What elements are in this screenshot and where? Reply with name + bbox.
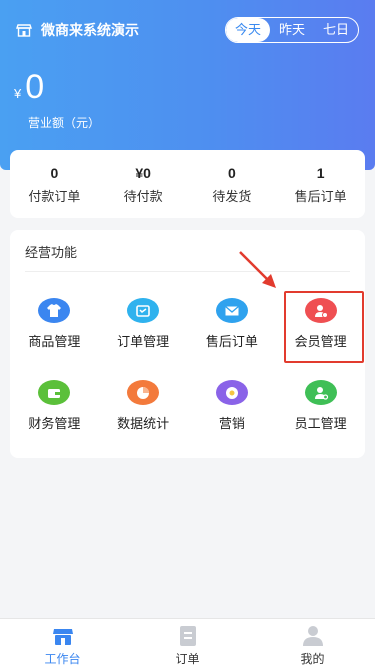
- order-icon: [179, 626, 196, 646]
- function-marketing[interactable]: 营销: [188, 370, 277, 432]
- pie-chart-icon: [127, 380, 160, 405]
- stat-value: 0: [50, 164, 59, 181]
- profile-icon: [302, 626, 323, 646]
- function-label: 订单管理: [117, 334, 170, 349]
- period-selector: 今天 昨天 七日: [225, 17, 359, 43]
- function-label: 售后订单: [205, 334, 258, 349]
- shirt-icon: [38, 298, 71, 323]
- stat-label: 待付款: [123, 188, 163, 204]
- stat-pending-shipment[interactable]: 0 待发货: [188, 164, 277, 205]
- order-stats-card: 0 付款订单 ¥0 待付款 0 待发货 1 售后订单: [10, 150, 365, 218]
- stat-label: 待发货: [212, 188, 252, 204]
- stat-value: ¥0: [135, 164, 151, 181]
- business-functions-panel: 经营功能 商品管理 订单管理 售后订单 会员管理 财务管理 数据统计 营销 员工…: [10, 230, 365, 458]
- revenue-amount: ¥ 0: [14, 68, 44, 107]
- shop-row[interactable]: 微商来系统演示: [16, 18, 139, 42]
- tab-workbench[interactable]: 工作台: [0, 619, 125, 667]
- divider: [25, 271, 350, 272]
- stat-label: 付款订单: [28, 188, 81, 204]
- function-after-sales-orders[interactable]: 售后订单: [188, 288, 277, 350]
- tab-profile[interactable]: 我的: [250, 619, 375, 667]
- function-label: 员工管理: [294, 416, 347, 431]
- function-data-statistics[interactable]: 数据统计: [99, 370, 188, 432]
- stat-value: 1: [316, 164, 325, 181]
- period-yesterday[interactable]: 昨天: [270, 18, 314, 42]
- tab-label: 工作台: [44, 652, 81, 666]
- function-label: 数据统计: [117, 416, 170, 431]
- function-order-management[interactable]: 订单管理: [99, 288, 188, 350]
- function-product-management[interactable]: 商品管理: [10, 288, 99, 350]
- flower-icon: [215, 380, 248, 405]
- store-icon: [16, 24, 32, 37]
- member-management-highlight: [284, 291, 364, 363]
- cart-icon: [127, 298, 160, 323]
- stat-paid-orders[interactable]: 0 付款订单: [10, 164, 99, 205]
- staff-icon: [304, 380, 337, 405]
- tab-label: 订单: [175, 652, 200, 666]
- stat-pending-payment[interactable]: ¥0 待付款: [99, 164, 188, 205]
- shop-name: 微商来系统演示: [41, 22, 139, 38]
- function-finance-management[interactable]: 财务管理: [10, 370, 99, 432]
- revenue-label: 营业额（元）: [28, 116, 101, 130]
- tab-label: 我的: [300, 652, 325, 666]
- revenue-value: 0: [25, 68, 45, 106]
- wallet-icon: [38, 380, 71, 405]
- header-banner: 微商来系统演示 今天 昨天 七日 ¥ 0 营业额（元）: [0, 0, 375, 170]
- stat-value: 0: [227, 164, 236, 181]
- tab-orders[interactable]: 订单: [125, 619, 250, 667]
- function-staff-management[interactable]: 员工管理: [276, 370, 365, 432]
- annotation-arrow-icon: [239, 251, 276, 288]
- stat-label: 售后订单: [294, 188, 347, 204]
- section-title: 经营功能: [25, 245, 78, 260]
- workbench-icon: [52, 629, 73, 645]
- function-label: 商品管理: [28, 334, 81, 349]
- currency-symbol: ¥: [14, 86, 22, 101]
- mail-icon: [215, 298, 248, 323]
- stat-after-sales[interactable]: 1 售后订单: [276, 164, 365, 205]
- bottom-tabbar: 工作台 订单 我的: [0, 618, 375, 667]
- period-today[interactable]: 今天: [226, 18, 270, 42]
- period-seven-days[interactable]: 七日: [314, 18, 358, 42]
- function-label: 营销: [218, 416, 245, 431]
- function-label: 财务管理: [28, 416, 81, 431]
